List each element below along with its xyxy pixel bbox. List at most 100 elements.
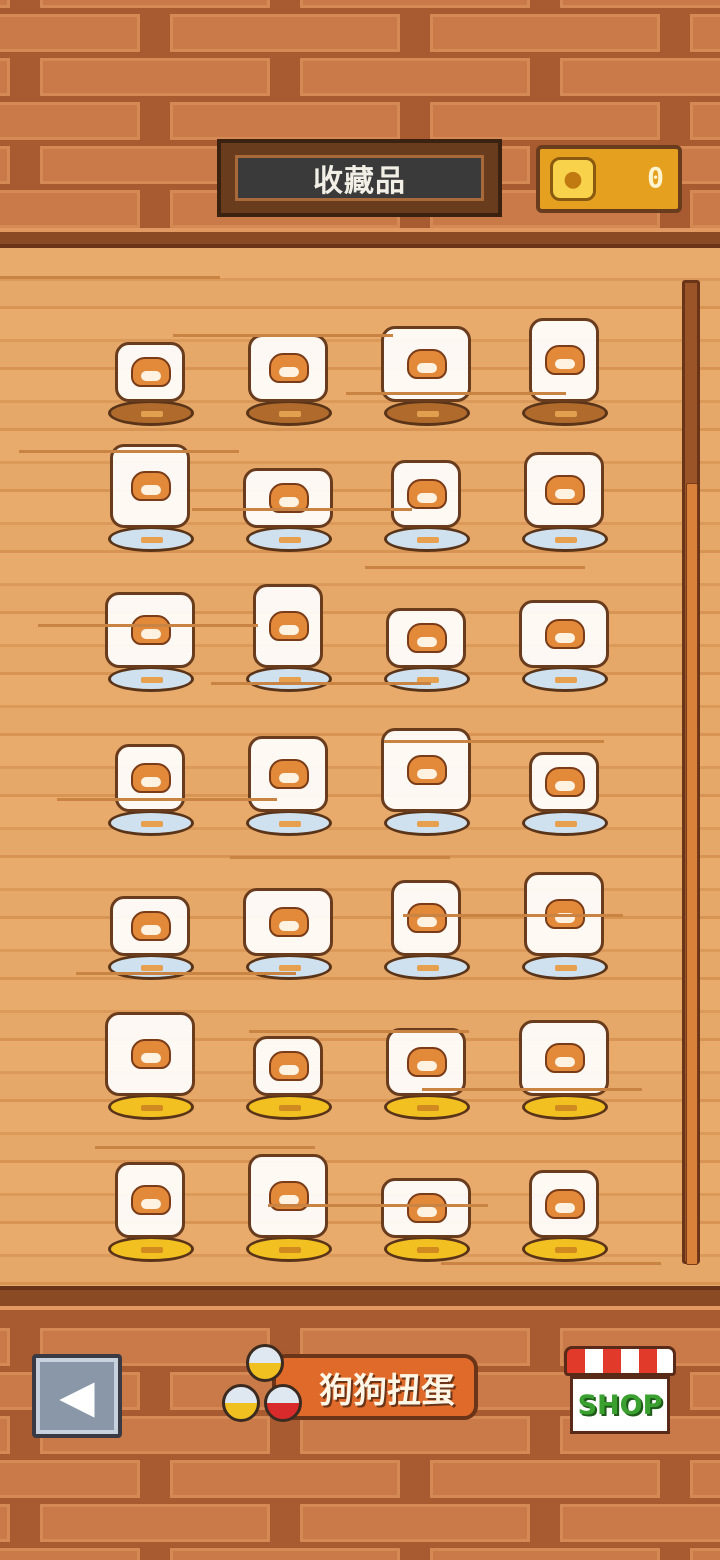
collectible-speaker-shiba[interactable] bbox=[90, 710, 210, 840]
pedestal bbox=[246, 954, 332, 980]
pedestal bbox=[246, 1236, 332, 1262]
pedestal-plate bbox=[417, 411, 439, 417]
shiba-icon bbox=[545, 1189, 585, 1219]
brick bbox=[300, 1504, 530, 1542]
cat-icon bbox=[253, 584, 323, 668]
brick bbox=[690, 190, 720, 228]
pedestal bbox=[246, 400, 332, 426]
collectible-sewing-machine-shiba[interactable] bbox=[90, 1136, 210, 1266]
shop-button[interactable]: SHOP bbox=[564, 1346, 676, 1436]
collectible-doorway-shiba[interactable] bbox=[504, 994, 624, 1124]
plank-joint bbox=[384, 740, 604, 743]
shiba-icon bbox=[131, 357, 171, 387]
back-button[interactable]: ◀ bbox=[32, 1354, 122, 1438]
collectible-walking-shiba[interactable] bbox=[366, 300, 486, 430]
shiba-icon bbox=[269, 907, 309, 937]
pedestal-plate bbox=[555, 1247, 577, 1253]
collectible-flower-box-shiba[interactable] bbox=[366, 710, 486, 840]
collectible-boy-with-shiba[interactable] bbox=[90, 854, 210, 984]
shiba-icon bbox=[545, 619, 585, 649]
plank-joint bbox=[173, 334, 393, 337]
shiba-icon bbox=[131, 1185, 171, 1215]
gacha-ball-icon bbox=[264, 1384, 302, 1422]
collectible-skewer-shiba[interactable] bbox=[366, 854, 486, 984]
pedestal bbox=[108, 400, 194, 426]
gacha-button[interactable]: 狗狗扭蛋 bbox=[212, 1340, 480, 1438]
plank-joint bbox=[76, 972, 296, 975]
sofa-icon bbox=[524, 452, 604, 528]
plank-joint bbox=[57, 798, 277, 801]
cabinet-icon bbox=[243, 468, 333, 528]
pedestal-plate bbox=[279, 1247, 301, 1253]
brick bbox=[40, 58, 270, 96]
collectible-gacha-globe[interactable] bbox=[228, 1136, 348, 1266]
plank-joint bbox=[192, 508, 412, 511]
pedestal-plate bbox=[141, 1247, 163, 1253]
collectible-cushion-shiba[interactable] bbox=[504, 710, 624, 840]
pedestal bbox=[108, 666, 194, 692]
pedestal-plate bbox=[141, 677, 163, 683]
collectible-mirror-shiba[interactable] bbox=[504, 566, 624, 696]
brick bbox=[0, 190, 140, 228]
brick bbox=[300, 58, 530, 96]
plank-joint bbox=[95, 1146, 315, 1149]
shiba-icon bbox=[407, 479, 447, 509]
collection-panel[interactable] bbox=[0, 248, 720, 1288]
collectible-egg-shiba[interactable] bbox=[228, 994, 348, 1124]
gacha-ball-icon bbox=[246, 1344, 284, 1382]
window-icon bbox=[391, 460, 461, 528]
pedestal-plate bbox=[555, 411, 577, 417]
sleeping-dog-icon bbox=[115, 342, 185, 402]
pedestal bbox=[522, 400, 608, 426]
shiba-icon bbox=[269, 759, 309, 789]
collectible-sign-shiba[interactable] bbox=[504, 300, 624, 430]
pedestal bbox=[522, 1236, 608, 1262]
pedestal-plate bbox=[141, 411, 163, 417]
gacha-ball-icon bbox=[222, 1384, 260, 1422]
collectible-armchair-shiba[interactable] bbox=[90, 426, 210, 556]
collectible-sleeping-shiba[interactable] bbox=[90, 300, 210, 430]
pedestal bbox=[384, 666, 470, 692]
pedestal bbox=[522, 954, 608, 980]
collectible-red-cabinet-shiba[interactable] bbox=[228, 426, 348, 556]
shiba-icon bbox=[407, 755, 447, 785]
shiba-icon bbox=[131, 911, 171, 941]
brick bbox=[430, 1548, 660, 1560]
shiba-icon bbox=[269, 611, 309, 641]
collectible-chef-shiba[interactable] bbox=[366, 994, 486, 1124]
egg-icon bbox=[253, 1036, 323, 1096]
collectible-santa-hat-shiba[interactable] bbox=[228, 300, 348, 430]
shop-label: SHOP bbox=[570, 1376, 670, 1434]
scrollbar-track[interactable] bbox=[682, 280, 700, 1265]
brick bbox=[0, 0, 10, 8]
collectible-computer-shiba[interactable] bbox=[366, 566, 486, 696]
collectible-banana-boat-shiba[interactable] bbox=[366, 1136, 486, 1266]
collectible-tv-cabinet[interactable] bbox=[228, 710, 348, 840]
brick bbox=[690, 1460, 720, 1498]
scrollbar-thumb[interactable] bbox=[686, 483, 698, 1265]
collectible-bathtub-shiba[interactable] bbox=[90, 994, 210, 1124]
chef-icon bbox=[386, 1028, 466, 1096]
plank-joint bbox=[230, 856, 450, 859]
page-title: 收藏品 bbox=[235, 155, 484, 201]
collectible-sofa-shiba[interactable] bbox=[504, 426, 624, 556]
brick bbox=[40, 1504, 270, 1542]
pedestal-plate bbox=[279, 411, 301, 417]
plank-joint bbox=[268, 1204, 488, 1207]
pedestal-plate bbox=[279, 1105, 301, 1111]
brick bbox=[0, 1416, 10, 1454]
plank-joint bbox=[249, 1030, 469, 1033]
collectible-dining-table[interactable] bbox=[228, 854, 348, 984]
collectible-bone-tv-stand[interactable] bbox=[90, 566, 210, 696]
plank-joint bbox=[211, 682, 431, 685]
collectible-round-window-shiba[interactable] bbox=[366, 426, 486, 556]
pedestal bbox=[522, 666, 608, 692]
collectible-balls-shiba[interactable] bbox=[504, 1136, 624, 1266]
pedestal bbox=[522, 810, 608, 836]
collectible-bowls-shiba[interactable] bbox=[504, 854, 624, 984]
collectible-green-cat[interactable] bbox=[228, 566, 348, 696]
shiba-icon bbox=[545, 1043, 585, 1073]
pedestal bbox=[108, 810, 194, 836]
pedestal bbox=[246, 810, 332, 836]
armchair-icon bbox=[110, 444, 190, 528]
